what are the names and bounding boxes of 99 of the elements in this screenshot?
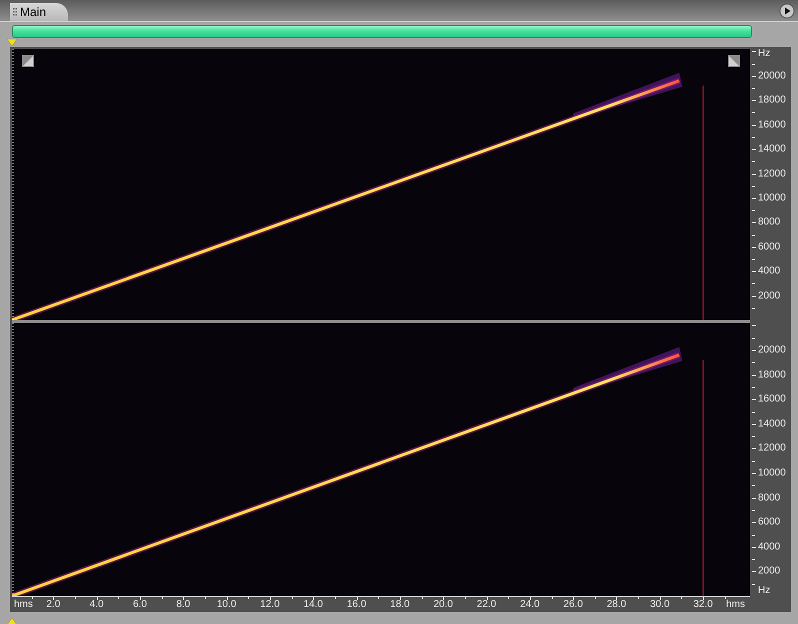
- unit-label: hms: [14, 599, 33, 610]
- axis-label: 6000: [758, 516, 780, 528]
- tick-mark: [313, 597, 314, 600]
- tick-mark: [74, 597, 76, 599]
- tick-mark: [204, 597, 206, 599]
- tick-mark: [752, 374, 756, 376]
- tick-mark: [752, 136, 755, 138]
- axis-label: 10000: [758, 192, 786, 204]
- axis-label: 12000: [758, 442, 786, 454]
- tick-mark: [660, 597, 661, 600]
- axis-label: 14000: [758, 418, 786, 430]
- unit-label: hms: [726, 599, 745, 610]
- axis-label: 16.0: [346, 599, 366, 610]
- axis-label: 2000: [758, 290, 780, 302]
- tick-mark: [140, 597, 141, 600]
- axis-label: 8000: [758, 492, 780, 504]
- tick-mark: [752, 124, 756, 126]
- tick-mark: [752, 258, 755, 260]
- tick-mark: [752, 51, 756, 52]
- tick-mark: [752, 522, 756, 524]
- zoom-button[interactable]: [728, 55, 740, 67]
- tick-mark: [752, 210, 755, 212]
- zoom-button[interactable]: [22, 55, 34, 67]
- tick-mark: [752, 308, 755, 309]
- axis-label: 10000: [758, 468, 786, 479]
- tick-mark: [752, 198, 756, 199]
- tick-mark: [752, 448, 756, 450]
- axis-label: 18000: [758, 94, 786, 106]
- axis-label: 20000: [758, 70, 786, 82]
- tick-mark: [752, 88, 755, 90]
- marker-icon[interactable]: [7, 39, 17, 46]
- tick-mark: [378, 597, 380, 599]
- axis-label: 18.0: [390, 599, 410, 610]
- tick-mark: [752, 424, 756, 425]
- tick-mark: [752, 473, 756, 474]
- tick-mark: [752, 399, 756, 400]
- tick-mark: [508, 597, 510, 599]
- tick-mark: [752, 149, 756, 150]
- cursor-line[interactable]: [12, 49, 14, 320]
- tick-mark: [724, 597, 726, 599]
- axis-label: 26.0: [563, 599, 583, 610]
- tick-mark: [752, 296, 756, 297]
- tick-mark: [752, 222, 756, 224]
- tick-mark: [752, 76, 756, 77]
- marker-icon[interactable]: [7, 618, 17, 624]
- tick-mark: [752, 571, 756, 572]
- tick-mark: [638, 597, 640, 599]
- axis-label: 4.0: [90, 599, 104, 610]
- cursor-line[interactable]: [12, 323, 14, 596]
- tick-mark: [752, 271, 756, 272]
- tick-mark: [752, 386, 755, 388]
- tick-mark: [752, 436, 755, 438]
- tick-mark: [752, 510, 755, 511]
- axis-label: 28.0: [606, 599, 626, 610]
- unit-label: Hz: [758, 585, 770, 596]
- axis-label: 30.0: [650, 599, 670, 610]
- axis-label: 20000: [758, 344, 786, 356]
- tick-mark: [752, 325, 756, 326]
- axis-label: 32.0: [693, 599, 713, 610]
- tick-mark: [334, 597, 336, 599]
- axis-label: 12000: [758, 168, 786, 179]
- tick-mark: [270, 597, 271, 600]
- axis-label: 18000: [758, 369, 786, 380]
- axis-label: 14.0: [304, 599, 323, 610]
- overview-bar[interactable]: [12, 25, 752, 38]
- play-button[interactable]: [779, 2, 795, 18]
- axis-label: 2000: [758, 566, 780, 577]
- axis-label: 6.0: [133, 599, 147, 610]
- axis-label: 6000: [758, 241, 780, 252]
- axis-label: 22.0: [476, 599, 496, 610]
- grip-icon: [13, 7, 17, 17]
- unit-label: Hz: [758, 48, 770, 59]
- tick-mark: [594, 597, 596, 599]
- tick-mark: [573, 597, 574, 600]
- tick-mark: [752, 559, 755, 560]
- axis-label: 14000: [758, 144, 786, 155]
- tick-mark: [752, 246, 756, 248]
- axis-label: 24.0: [520, 599, 540, 610]
- axis-label: 12.0: [260, 599, 280, 610]
- tick-mark: [400, 597, 401, 600]
- axis-label: 2.0: [46, 599, 60, 610]
- axis-label: 16000: [758, 394, 786, 405]
- tick-mark: [752, 546, 756, 548]
- tick-mark: [752, 100, 756, 102]
- axis-label: 20.0: [433, 599, 453, 610]
- tick-mark: [464, 597, 466, 599]
- axis-label: 16000: [758, 119, 786, 130]
- axis-label: 10.0: [216, 599, 236, 610]
- tick-mark: [752, 350, 756, 352]
- tick-mark: [752, 498, 756, 499]
- tick-mark: [703, 597, 704, 600]
- tab[interactable]: Main: [10, 3, 68, 21]
- tick-mark: [530, 597, 531, 600]
- tick-mark: [752, 338, 755, 339]
- tick-mark: [443, 597, 444, 600]
- axis-label: 4000: [758, 541, 780, 552]
- axis-label: 8.0: [176, 599, 190, 610]
- axis-label: 8000: [758, 216, 780, 228]
- axis-label: 4000: [758, 266, 780, 277]
